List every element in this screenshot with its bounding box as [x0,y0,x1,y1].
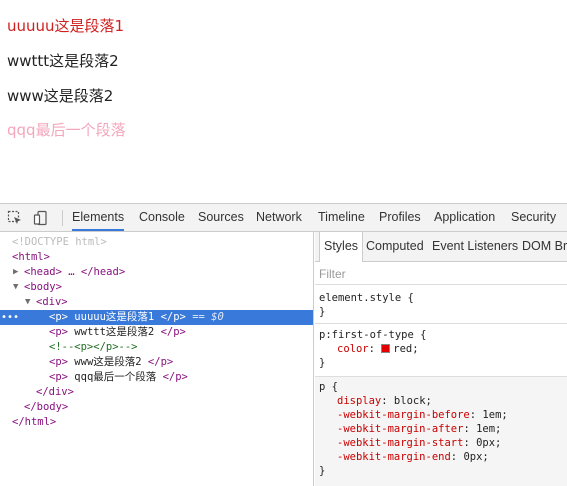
body-close-tag: </body> [24,401,69,413]
tab-security[interactable]: Security [511,204,556,231]
tab-network[interactable]: Network [256,204,302,231]
doctype-text: <!DOCTYPE html> [12,236,107,248]
p-node[interactable]: <p> www这是段落2 </p> [0,355,313,370]
body-node[interactable]: ▼ <body> [0,280,313,295]
css-value: 1em; [482,409,508,421]
rule-user-agent-p: p { display: block; -webkit-margin-befor… [315,377,567,486]
p-open-tag: <p> [49,356,68,368]
rule-close-brace: } [319,357,326,369]
styles-sidebar: Styles Computed Event Listeners DOM Bre … [315,232,567,486]
css-declaration[interactable]: -webkit-margin-before: 1em; [337,408,508,422]
paragraph-4: qqq最后一个段落 [7,121,126,139]
toolbar-divider [62,210,63,226]
html-open-tag: <html> [12,251,50,263]
paragraph-1: uuuuu这是段落1 [7,17,125,35]
css-property[interactable]: color [337,343,369,355]
div-node[interactable]: ▼ <div> [0,295,313,310]
doctype-node[interactable]: <!DOCTYPE html> [0,235,313,250]
css-property: display [337,395,382,407]
p-node-selected[interactable]: ••• <p> uuuuu这是段落1 </p> == $0 [0,310,313,325]
css-declaration[interactable]: -webkit-margin-after: 1em; [337,422,501,436]
tab-styles[interactable]: Styles [319,232,364,262]
css-value: 0px; [463,451,489,463]
p-text: uuuuu这是段落1 [74,311,155,323]
page-preview: uuuuu这是段落1 wwttt这是段落2 www这是段落2 qqq最后一个段落 [0,0,567,200]
expand-triangle-icon[interactable]: ▶ [13,265,18,280]
devtools-toolbar: Elements Console Sources Network Timelin… [0,204,567,232]
tab-elements[interactable]: Elements [72,204,125,231]
p-close-tag: </p> [147,356,174,368]
selected-node-marker: == $0 [192,311,224,323]
tab-dom-breakpoints[interactable]: DOM Bre [522,232,567,261]
div-close-node[interactable]: </div> [0,385,313,400]
rule-selector[interactable]: p { [319,380,338,394]
css-value: 1em; [476,423,502,435]
dom-tree: <!DOCTYPE html> <html> ▶ <head> … </head… [0,232,314,486]
rule-close-brace: } [319,306,326,318]
html-close-tag: </html> [12,416,57,428]
comment-node[interactable]: <!--<p></p>--> [0,340,313,355]
device-mode-icon[interactable] [33,210,49,226]
p-open-tag: <p> [49,371,68,383]
p-node[interactable]: <p> qqq最后一个段落 </p> [0,370,313,385]
devtools-panel: Elements Console Sources Network Timelin… [0,203,567,486]
inspect-element-icon[interactable] [7,210,23,226]
css-property: -webkit-margin-before [337,409,470,421]
p-open-tag: <p> [49,311,68,323]
css-value: 0px; [476,437,502,449]
styles-filter-input[interactable]: Filter [315,263,567,285]
head-node[interactable]: ▶ <head> … </head> [0,265,313,280]
paragraph-3: www这是段落2 [7,87,114,105]
css-property: -webkit-margin-start [337,437,464,449]
p-open-tag: <p> [49,326,68,338]
p-text: www这是段落2 [74,356,142,368]
rule-first-of-type: p:first-of-type { color: red; } [315,325,567,375]
html-comment: <!--<p></p>--> [49,341,138,353]
tab-application[interactable]: Application [434,204,495,231]
rule-close-brace: } [319,465,326,477]
css-declaration[interactable]: color: red; [337,342,419,356]
tab-computed[interactable]: Computed [366,232,424,261]
tab-timeline[interactable]: Timeline [318,204,365,231]
div-close-tag: </div> [36,386,74,398]
css-value[interactable]: red; [393,343,418,355]
tab-event-listeners[interactable]: Event Listeners [432,232,518,261]
rule-element-style: element.style { } [315,287,567,322]
p-text: qqq最后一个段落 [74,371,157,383]
body-open-tag: <body> [24,281,62,293]
css-declaration[interactable]: display: block; [337,394,432,408]
p-text: wwttt这是段落2 [74,326,155,338]
css-property: -webkit-margin-end [337,451,451,463]
rule-selector[interactable]: p:first-of-type { [319,328,426,342]
collapse-triangle-icon[interactable]: ▼ [25,295,30,310]
tab-profiles[interactable]: Profiles [379,204,421,231]
p-node[interactable]: <p> wwttt这是段落2 </p> [0,325,313,340]
tab-console[interactable]: Console [139,204,185,231]
rule-selector[interactable]: element.style { [319,291,414,305]
css-declaration[interactable]: -webkit-margin-start: 0px; [337,436,501,450]
collapse-triangle-icon[interactable]: ▼ [13,280,18,295]
tab-sources[interactable]: Sources [198,204,244,231]
css-property: -webkit-margin-after [337,423,464,435]
css-value: block; [393,395,432,407]
p-close-tag: </p> [160,311,186,323]
sidebar-tabs: Styles Computed Event Listeners DOM Bre [315,232,567,262]
css-declaration[interactable]: -webkit-margin-end: 0px; [337,450,489,464]
rule-divider [315,323,567,324]
p-close-tag: </p> [162,371,188,383]
color-swatch-icon[interactable] [381,344,391,353]
paragraph-2: wwttt这是段落2 [7,52,119,70]
more-actions-icon[interactable]: ••• [1,310,19,325]
p-close-tag: </p> [160,326,186,338]
body-close-node[interactable]: </body> [0,400,313,415]
html-close-node[interactable]: </html> [0,415,313,430]
div-open-tag: <div> [36,296,68,308]
head-collapsed-tag: <head> … </head> [24,266,126,278]
html-node[interactable]: <html> [0,250,313,265]
